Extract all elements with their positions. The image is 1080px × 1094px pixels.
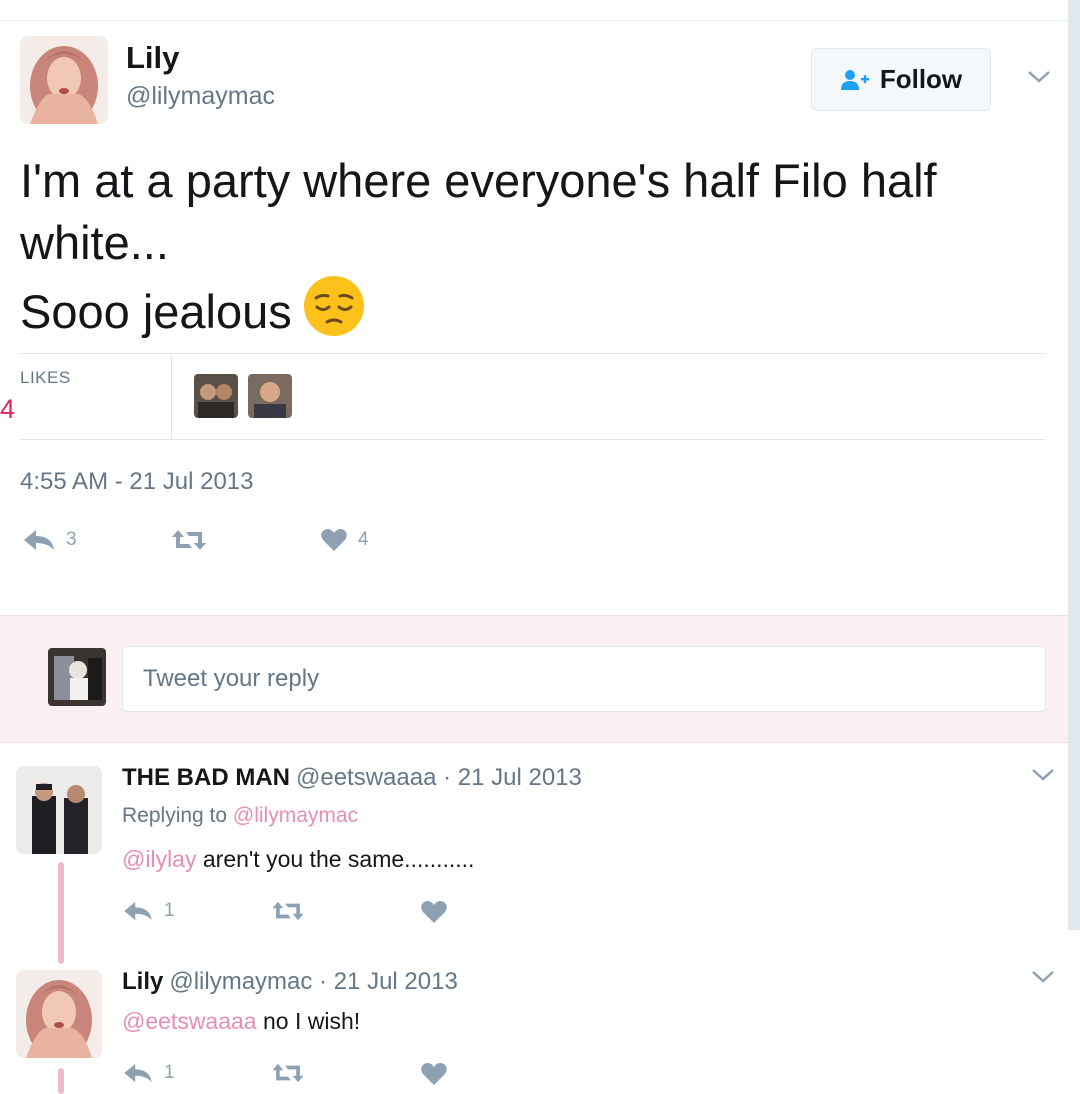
page-scrollbar[interactable] <box>1068 0 1080 930</box>
thread-connector-line <box>58 862 64 964</box>
reply-2-body: no I wish! <box>256 1008 361 1034</box>
reply-1-retweet-action[interactable] <box>270 900 306 922</box>
reply-1-mention[interactable]: @ilylay <box>122 846 196 872</box>
reply-1-reply-action[interactable]: 1 <box>122 900 175 922</box>
reply-2-reply-action[interactable]: 1 <box>122 1062 175 1084</box>
follow-button[interactable]: Follow <box>811 48 991 111</box>
reply-2-like-action[interactable] <box>420 1062 448 1086</box>
likes-label: LIKES <box>20 368 71 387</box>
current-user-avatar[interactable] <box>48 648 106 706</box>
reply-1-header: THE BAD MAN @eetswaaaa · 21 Jul 2013 <box>122 764 582 792</box>
reply-icon <box>24 530 54 550</box>
reply-1-chevron-down-icon[interactable] <box>1030 766 1056 784</box>
reply-2-retweet-action[interactable] <box>270 1062 306 1084</box>
reply-2-avatar[interactable] <box>16 970 102 1058</box>
tweet-timestamp[interactable]: 4:55 AM - 21 Jul 2013 <box>20 468 253 496</box>
tweet-text-line-2: white... <box>20 216 169 269</box>
reply-1-reply-count: 1 <box>164 900 175 921</box>
reply-1-meta[interactable]: @eetswaaaa · 21 Jul 2013 <box>296 764 582 791</box>
liker-avatar-1[interactable] <box>194 374 238 418</box>
top-divider <box>0 20 1068 21</box>
heart-icon <box>321 529 347 551</box>
tweet-menu-chevron-down-icon[interactable] <box>1026 68 1052 86</box>
likes-stat[interactable]: LIKES <box>20 354 172 440</box>
follow-user-icon <box>840 69 869 90</box>
heart-icon <box>421 901 447 923</box>
retweet-icon <box>272 901 304 921</box>
like-count: 4 <box>358 529 369 550</box>
reply-icon <box>124 1063 152 1083</box>
pensive-face-emoji-icon <box>303 276 364 336</box>
liker-avatar-2[interactable] <box>248 374 292 418</box>
reply-icon <box>124 901 152 921</box>
reply-1-like-action[interactable] <box>420 900 448 924</box>
retweet-action[interactable] <box>170 528 208 552</box>
replying-to-label: Replying to <box>122 804 228 827</box>
reply-2-reply-count: 1 <box>164 1062 175 1083</box>
reply-1-body: aren't you the same........... <box>196 846 475 872</box>
reply-1-avatar[interactable] <box>16 766 102 854</box>
reply-2-chevron-down-icon[interactable] <box>1030 968 1056 986</box>
reply-1-text: @ilylay aren't you the same........... <box>122 846 474 873</box>
like-action[interactable]: 4 <box>320 528 369 552</box>
likes-count[interactable]: 4 <box>0 394 15 425</box>
reply-1-author-name[interactable]: THE BAD MAN <box>122 764 290 791</box>
reply-2-meta[interactable]: @lilymaymac · 21 Jul 2013 <box>169 968 457 995</box>
thread-connector-line-2 <box>58 1068 64 1094</box>
retweet-icon <box>272 1063 304 1083</box>
reply-2-author-name[interactable]: Lily <box>122 968 163 995</box>
follow-label: Follow <box>879 64 963 94</box>
reply-1-replying-to: Replying to @lilymaymac <box>122 804 358 828</box>
reply-2-header: Lily @lilymaymac · 21 Jul 2013 <box>122 968 458 996</box>
heart-icon <box>421 1063 447 1085</box>
tweet-text-line-1: I'm at a party where everyone's half Fil… <box>20 154 937 207</box>
tweet-text-line-3: Sooo jealous <box>20 274 1030 343</box>
likes-top-divider <box>20 353 1046 354</box>
tweet-reply-input[interactable]: Tweet your reply <box>122 646 1046 712</box>
replying-to-mention[interactable]: @lilymaymac <box>233 804 358 827</box>
reply-count: 3 <box>66 529 77 550</box>
tweet-text-line-3-text: Sooo jealous <box>20 285 292 338</box>
author-avatar[interactable] <box>20 36 108 124</box>
retweet-icon <box>172 530 206 550</box>
likes-bottom-divider <box>20 439 1046 440</box>
reply-action[interactable]: 3 <box>22 528 77 552</box>
author-name[interactable]: Lily <box>126 40 179 76</box>
reply-2-mention[interactable]: @eetswaaaa <box>122 1008 257 1034</box>
author-handle[interactable]: @lilymaymac <box>126 82 275 111</box>
tweet-text: I'm at a party where everyone's half Fil… <box>20 150 1030 343</box>
reply-2-text: @eetswaaaa no I wish! <box>122 1008 360 1035</box>
